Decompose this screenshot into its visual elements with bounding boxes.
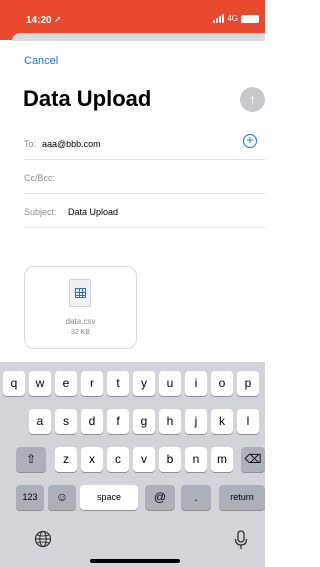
spreadsheet-file-icon <box>69 279 91 307</box>
to-field[interactable]: To: aaa@bbb.com + <box>24 126 265 160</box>
key-n[interactable]: n <box>185 447 207 472</box>
arrow-up-icon: ↑ <box>249 91 256 107</box>
key-f[interactable]: f <box>107 409 129 434</box>
key-j[interactable]: j <box>185 409 207 434</box>
key-m[interactable]: m <box>211 447 233 472</box>
key-u[interactable]: u <box>159 371 181 396</box>
background-sheet <box>12 33 265 41</box>
key-p[interactable]: p <box>237 371 259 396</box>
numbers-key[interactable]: 123 <box>16 485 44 510</box>
signal-icon <box>213 14 225 23</box>
key-t[interactable]: t <box>107 371 129 396</box>
key-l[interactable]: l <box>237 409 259 434</box>
to-value[interactable]: aaa@bbb.com <box>42 139 101 149</box>
key-k[interactable]: k <box>211 409 233 434</box>
key-a[interactable]: a <box>29 409 51 434</box>
attachment-name: data.csv <box>65 317 96 326</box>
to-label: To: <box>24 139 37 149</box>
globe-icon[interactable] <box>34 530 52 548</box>
space-key[interactable]: space <box>80 485 138 510</box>
attachment-card[interactable]: data.csv 32 KB <box>24 266 137 349</box>
key-h[interactable]: h <box>159 409 181 434</box>
home-indicator <box>90 559 180 563</box>
key-w[interactable]: w <box>29 371 51 396</box>
key-g[interactable]: g <box>133 409 155 434</box>
battery-icon <box>241 14 259 23</box>
key-b[interactable]: b <box>159 447 181 472</box>
cancel-button[interactable]: Cancel <box>24 55 58 67</box>
send-button[interactable]: ↑ <box>240 87 265 112</box>
key-d[interactable]: d <box>81 409 103 434</box>
key-y[interactable]: y <box>133 371 155 396</box>
subject-label: Subject: <box>24 207 57 217</box>
subject-field[interactable]: Subject: Data Upload <box>24 194 265 228</box>
key-s[interactable]: s <box>55 409 77 434</box>
key-c[interactable]: c <box>107 447 129 472</box>
location-arrow-icon: ➚ <box>54 14 62 24</box>
cc-bcc-field[interactable]: Cc/Bcc: <box>24 160 265 194</box>
keyboard: q w e r t y u i o p a s d f g h j k l ⇧ … <box>0 362 265 567</box>
key-z[interactable]: z <box>55 447 77 472</box>
key-q[interactable]: q <box>3 371 25 396</box>
microphone-icon[interactable] <box>234 530 248 550</box>
cc-bcc-label: Cc/Bcc: <box>24 173 56 183</box>
emoji-key[interactable]: ☺ <box>48 485 76 510</box>
status-indicators: 4G <box>213 14 259 23</box>
key-x[interactable]: x <box>81 447 103 472</box>
key-r[interactable]: r <box>81 371 103 396</box>
key-e[interactable]: e <box>55 371 77 396</box>
return-key[interactable]: return <box>219 485 265 510</box>
add-contact-icon[interactable]: + <box>243 134 257 148</box>
status-time: 14:20 <box>26 15 52 26</box>
dot-key[interactable]: . <box>181 485 211 510</box>
subject-value[interactable]: Data Upload <box>68 207 118 217</box>
delete-key[interactable]: ⌫ <box>241 447 265 472</box>
key-o[interactable]: o <box>211 371 233 396</box>
key-v[interactable]: v <box>133 447 155 472</box>
network-type: 4G <box>227 14 238 23</box>
shift-key[interactable]: ⇧ <box>16 447 46 472</box>
attachment-size: 32 KB <box>70 329 91 336</box>
key-i[interactable]: i <box>185 371 207 396</box>
compose-title: Data Upload <box>23 86 152 111</box>
at-key[interactable]: @ <box>145 485 175 510</box>
